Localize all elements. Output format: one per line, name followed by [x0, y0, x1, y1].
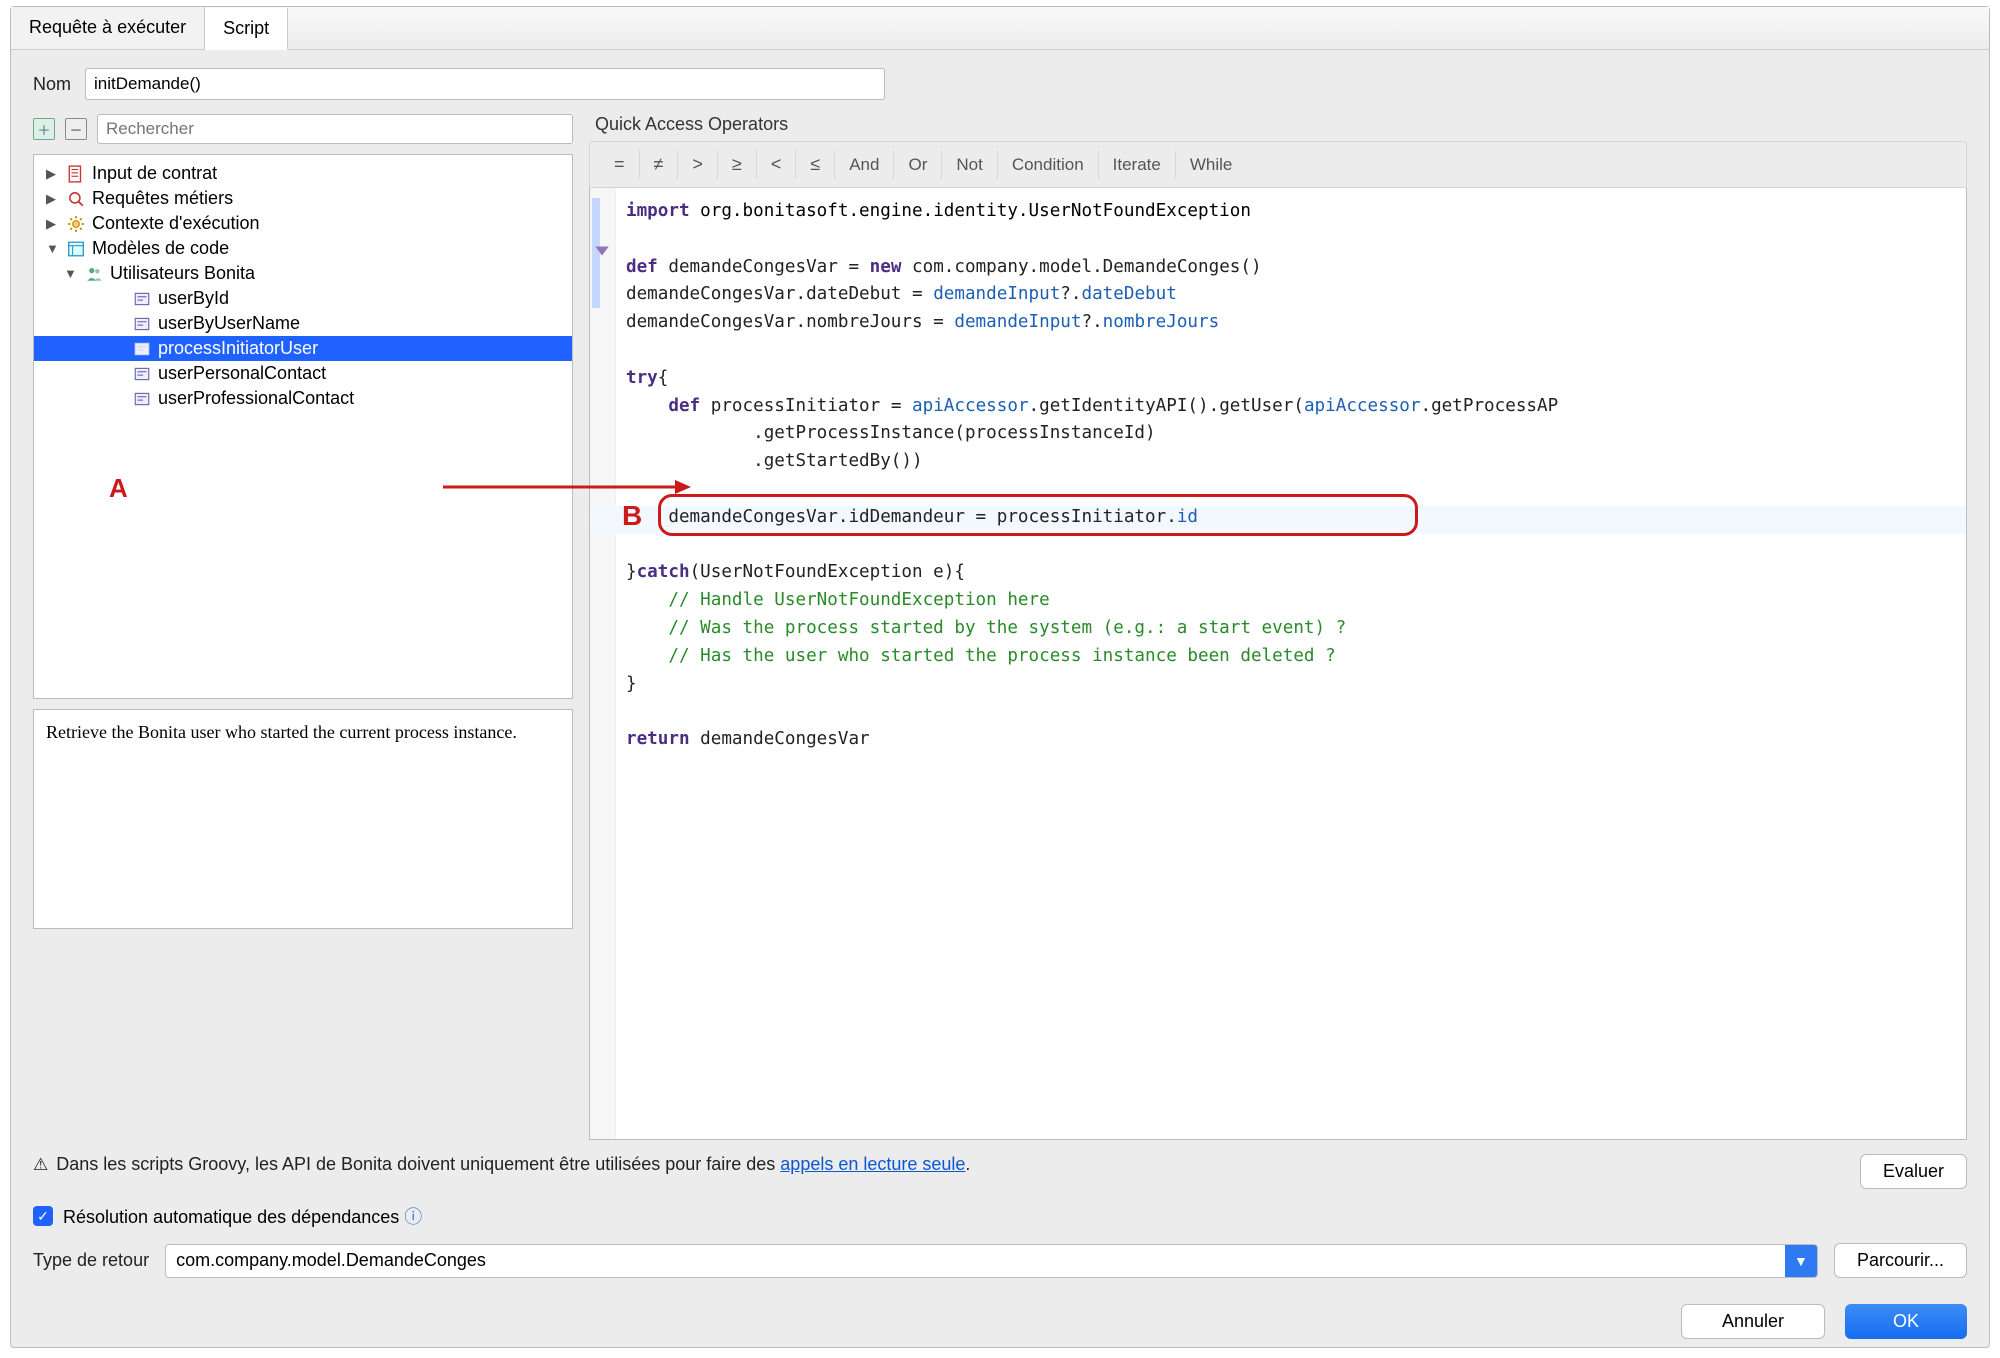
collapse-all-icon[interactable]: － [65, 118, 87, 140]
tab-script[interactable]: Script [205, 8, 288, 50]
op-eq[interactable]: = [600, 150, 640, 179]
evaluate-button[interactable]: Evaluer [1860, 1154, 1967, 1189]
op-neq[interactable]: ≠ [640, 150, 679, 179]
query-icon [66, 190, 86, 208]
auto-deps-label: Résolution automatique des dépendances ⓘ [63, 1203, 422, 1229]
return-type-select[interactable]: com.company.model.DemandeConges ▼ [165, 1244, 1818, 1278]
annotation-b: B [622, 500, 642, 532]
code-templates-tree[interactable]: ▶ Input de contrat ▶ Requêtes métiers [33, 154, 573, 699]
snippet-icon [132, 290, 152, 308]
tree-item-userPersonalContact[interactable]: userPersonalContact [34, 361, 572, 386]
tree-utilisateurs[interactable]: ▼ Utilisateurs Bonita [34, 261, 572, 286]
annotation-arrow [443, 477, 693, 497]
warning-message: ⚠ Dans les scripts Groovy, les API de Bo… [33, 1154, 970, 1175]
tab-bar: Requête à exécuter Script [11, 7, 1989, 50]
info-icon: ⓘ [404, 1207, 422, 1227]
code-editor[interactable]: import org.bonitasoft.engine.identity.Us… [589, 188, 1967, 1140]
tree-contexte[interactable]: ▶ Contexte d'exécution [34, 211, 572, 236]
tree-requetes[interactable]: ▶ Requêtes métiers [34, 186, 572, 211]
annotation-b-circle [658, 494, 1418, 536]
readonly-link[interactable]: appels en lecture seule [780, 1154, 965, 1174]
tree-label: Contexte d'exécution [92, 213, 260, 234]
warning-icon: ⚠ [33, 1155, 48, 1175]
browse-button[interactable]: Parcourir... [1834, 1243, 1967, 1278]
tree-item-processInitiatorUser[interactable]: processInitiatorUser [34, 336, 572, 361]
fold-marker-icon [593, 242, 611, 260]
op-lt[interactable]: < [757, 150, 797, 179]
ok-button[interactable]: OK [1845, 1304, 1967, 1339]
tree-label: Input de contrat [92, 163, 217, 184]
return-type-label: Type de retour [33, 1250, 149, 1271]
op-while[interactable]: While [1176, 151, 1247, 179]
tree-label: userPersonalContact [158, 363, 326, 384]
op-not[interactable]: Not [942, 151, 997, 179]
op-condition[interactable]: Condition [998, 151, 1099, 179]
auto-deps-checkbox[interactable]: ✓ [33, 1206, 53, 1226]
search-input[interactable] [97, 114, 573, 144]
gear-icon [66, 215, 86, 233]
tree-input-contrat[interactable]: ▶ Input de contrat [34, 161, 572, 186]
tree-label: processInitiatorUser [158, 338, 318, 359]
snippet-icon [132, 315, 152, 333]
tab-requete[interactable]: Requête à exécuter [11, 7, 205, 49]
tree-label: userById [158, 288, 229, 309]
nom-input[interactable] [85, 68, 885, 100]
cancel-button[interactable]: Annuler [1681, 1304, 1825, 1339]
tree-item-userByUserName[interactable]: userByUserName [34, 311, 572, 336]
expand-all-icon[interactable]: ＋ [33, 118, 55, 140]
description-box: Retrieve the Bonita user who started the… [33, 709, 573, 929]
tree-label: Modèles de code [92, 238, 229, 259]
quick-access-title: Quick Access Operators [589, 114, 1967, 141]
operators-bar: = ≠ > ≥ < ≤ And Or Not Condition Iterate… [589, 141, 1967, 188]
snippet-icon [132, 390, 152, 408]
nom-label: Nom [33, 74, 71, 95]
return-type-value: com.company.model.DemandeConges [166, 1250, 1785, 1271]
editor-gutter [590, 188, 616, 1139]
snippet-icon [132, 365, 152, 383]
op-gte[interactable]: ≥ [718, 150, 757, 179]
tree-label: Requêtes métiers [92, 188, 233, 209]
annotation-a: A [109, 473, 128, 504]
template-icon [66, 240, 86, 258]
op-gt[interactable]: > [678, 150, 718, 179]
tree-label: Utilisateurs Bonita [110, 263, 255, 284]
snippet-icon [132, 340, 152, 358]
tree-item-userById[interactable]: userById [34, 286, 572, 311]
tree-modeles[interactable]: ▼ Modèles de code [34, 236, 572, 261]
tree-label: userProfessionalContact [158, 388, 354, 409]
op-or[interactable]: Or [894, 151, 942, 179]
op-iterate[interactable]: Iterate [1099, 151, 1176, 179]
tree-label: userByUserName [158, 313, 300, 334]
script-dialog: Requête à exécuter Script Nom ＋ － ▶ [10, 6, 1990, 1348]
chevron-down-icon[interactable]: ▼ [1785, 1245, 1817, 1277]
document-icon [66, 165, 86, 183]
tree-item-userProfessionalContact[interactable]: userProfessionalContact [34, 386, 572, 411]
op-lte[interactable]: ≤ [796, 150, 835, 179]
op-and[interactable]: And [835, 151, 894, 179]
users-icon [84, 265, 104, 283]
